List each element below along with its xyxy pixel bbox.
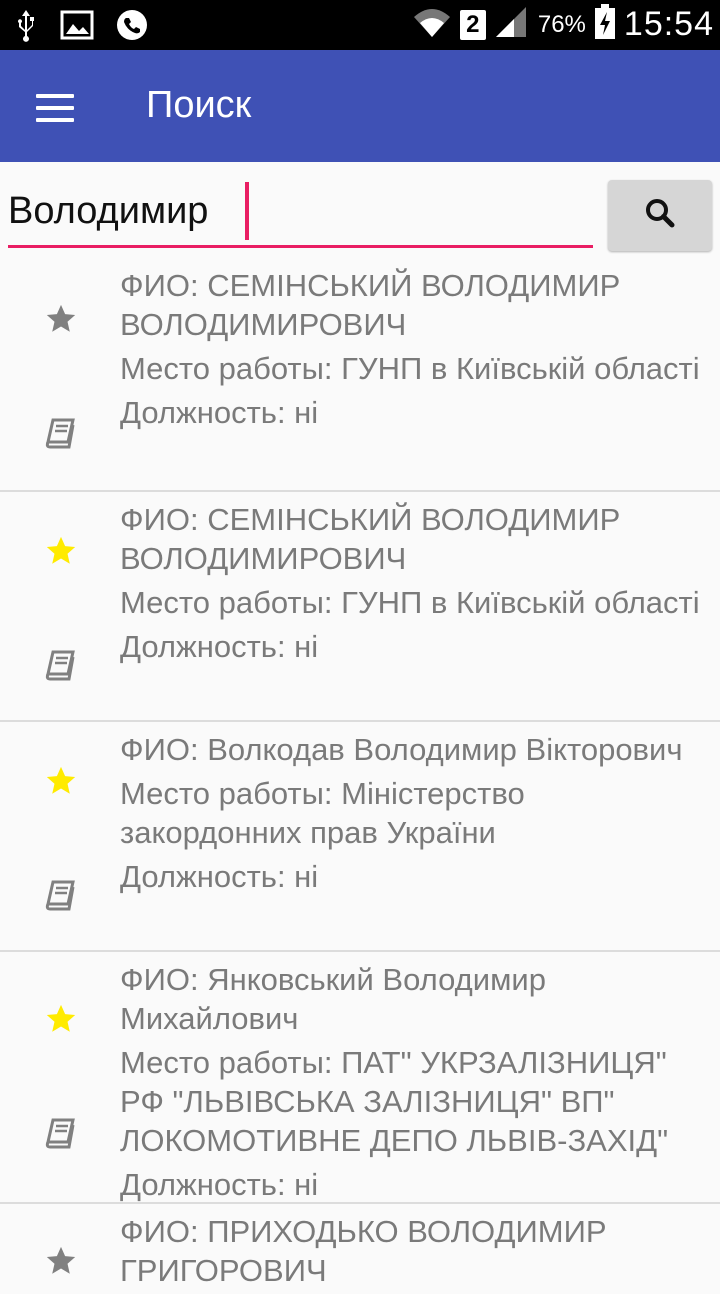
result-name: ФИО: СЕМІНСЬКИЙ ВОЛОДИМИР ВОЛОДИМИРОВИЧ [120, 502, 621, 576]
list-item[interactable]: ФИО: СЕМІНСЬКИЙ ВОЛОДИМИР ВОЛОДИМИРОВИЧ … [0, 258, 720, 492]
result-position: Должность: ні [120, 629, 319, 664]
usb-icon [14, 8, 38, 47]
wifi-icon [412, 5, 452, 44]
search-input[interactable] [8, 180, 593, 242]
list-item[interactable]: ФИО: Волкодав Володимир Вікторович Место… [0, 722, 720, 952]
hamburger-menu-icon[interactable] [36, 94, 76, 122]
book-icon [44, 648, 78, 682]
result-position: Должность: ні [120, 395, 319, 430]
result-position: Должность: ні [120, 1167, 319, 1202]
results-list: ФИО: СЕМІНСЬКИЙ ВОЛОДИМИР ВОЛОДИМИРОВИЧ … [0, 258, 720, 1294]
status-bar: 2 76% 15:54 [0, 0, 720, 50]
favorite-star-icon[interactable] [44, 1002, 78, 1036]
result-name: ФИО: ПРИХОДЬКО ВОЛОДИМИР ГРИГОРОВИЧ [120, 1214, 607, 1288]
book-icon [44, 1116, 78, 1150]
battery-percent: 76% [537, 10, 586, 38]
list-item[interactable]: ФИО: СЕМІНСЬКИЙ ВОЛОДИМИР ВОЛОДИМИРОВИЧ … [0, 492, 720, 722]
search-button[interactable] [608, 180, 712, 251]
favorite-star-icon[interactable] [44, 534, 78, 568]
book-icon [44, 878, 78, 912]
list-item[interactable]: ФИО: ПРИХОДЬКО ВОЛОДИМИР ГРИГОРОВИЧ [0, 1204, 720, 1294]
book-icon [44, 416, 78, 450]
result-workplace: Место работы: ГУНП в Київській області [120, 351, 700, 386]
phone-icon [116, 9, 148, 46]
search-icon [644, 197, 676, 234]
result-name: ФИО: Янковський Володимир Михайлович [120, 962, 546, 1036]
clock: 15:54 [623, 5, 714, 43]
app-bar: Поиск [0, 50, 720, 162]
favorite-star-icon[interactable] [44, 1244, 78, 1278]
result-name: ФИО: СЕМІНСЬКИЙ ВОЛОДИМИР ВОЛОДИМИРОВИЧ [120, 268, 621, 342]
favorite-star-icon[interactable] [44, 764, 78, 798]
signal-icon [494, 5, 530, 44]
favorite-star-icon[interactable] [44, 302, 78, 336]
battery-charging-icon [594, 4, 616, 45]
result-workplace: Место работы: ГУНП в Київській області [120, 585, 700, 620]
result-workplace: Место работы: ПАТ" УКРЗАЛІЗНИЦЯ" РФ "ЛЬВ… [120, 1045, 669, 1158]
text-cursor [245, 182, 249, 240]
search-field-container [8, 180, 593, 248]
result-workplace: Место работы: Міністерство закордонних п… [120, 776, 525, 850]
result-position: Должность: ні [120, 859, 319, 894]
sim-2-icon: 2 [459, 9, 486, 40]
page-title: Поиск [146, 84, 252, 126]
image-icon [60, 10, 94, 45]
result-name: ФИО: Волкодав Володимир Вікторович [120, 732, 683, 767]
list-item[interactable]: ФИО: Янковський Володимир Михайлович Мес… [0, 952, 720, 1204]
